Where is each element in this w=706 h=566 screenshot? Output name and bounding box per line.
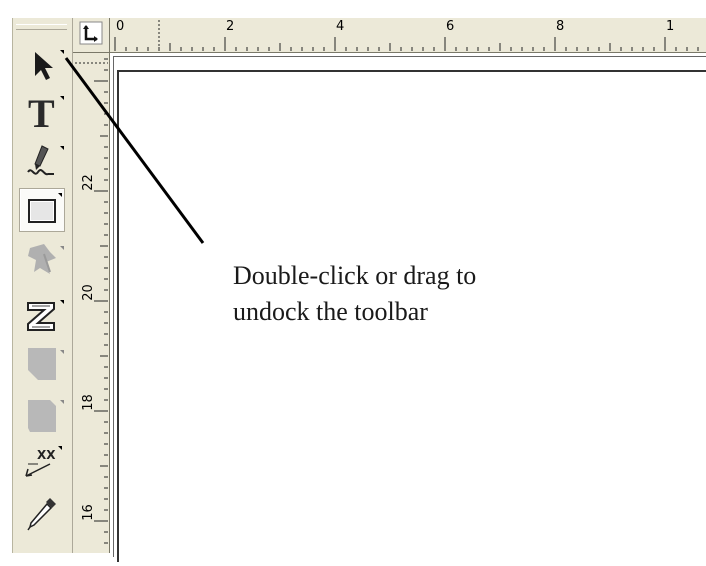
callout-line-1: Double-click or drag to (233, 261, 477, 290)
callout-line-2: undock the toolbar (233, 297, 428, 326)
callout-annotation: Double-click or drag to undock the toolb… (233, 258, 553, 330)
corel-draw-workspace: T XX 0 2 4 6 8 1 22 20 18 16 Double-clic… (0, 0, 706, 566)
